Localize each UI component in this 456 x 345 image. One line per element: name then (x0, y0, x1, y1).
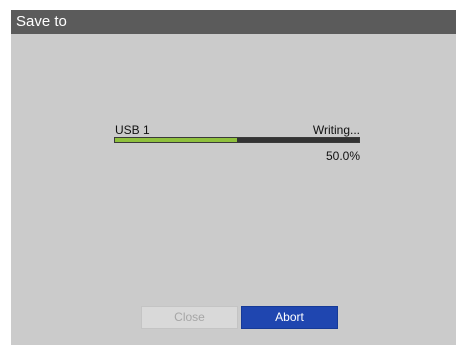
close-button[interactable]: Close (141, 306, 238, 329)
progress-bar (114, 137, 360, 143)
transfer-status: Writing... (312, 123, 360, 137)
progress-percent: 50.0% (325, 149, 360, 163)
abort-button[interactable]: Abort (241, 306, 338, 329)
save-to-dialog: Save to USB 1 Writing... 50.0% Close Abo… (11, 10, 456, 345)
progress-bar-fill (115, 138, 237, 142)
device-name: USB 1 (115, 123, 150, 137)
dialog-title: Save to (11, 10, 456, 34)
